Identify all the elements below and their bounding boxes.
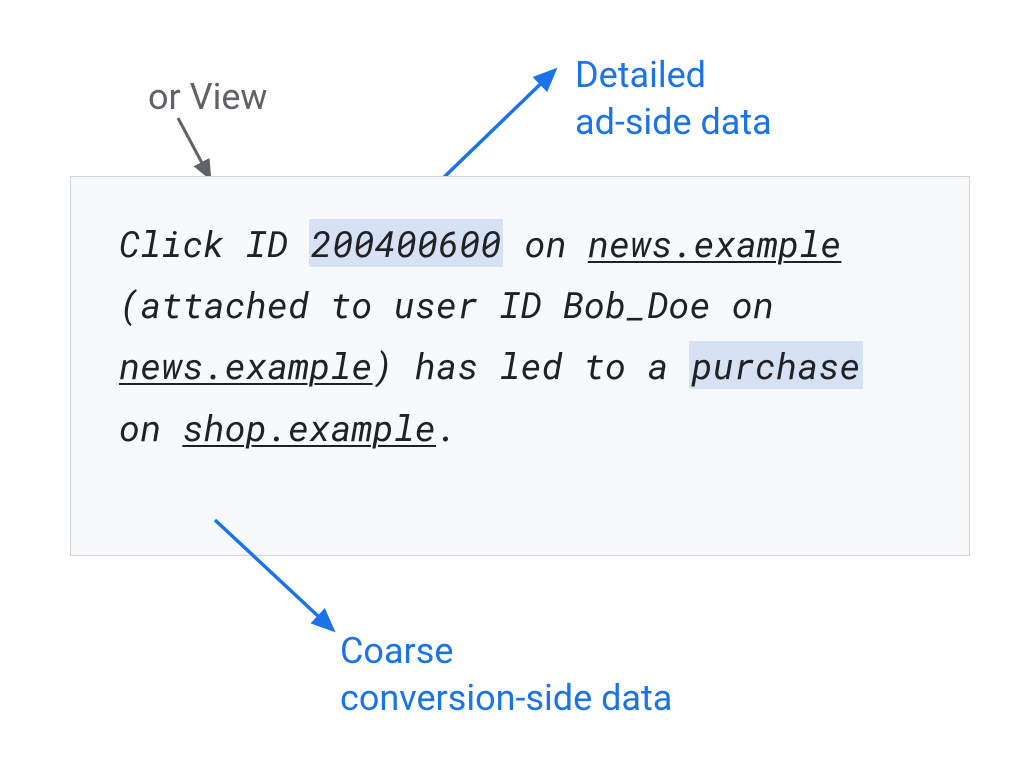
main-text-block: Click ID 200400600 on news.example (atta… bbox=[70, 176, 970, 556]
annotation-coarse-conversion: Coarse conversion-side data bbox=[340, 628, 672, 722]
shop-example-link: shop.example bbox=[182, 403, 436, 451]
annotation-or-view: or View bbox=[148, 76, 267, 118]
text-part1: Click ID bbox=[119, 219, 309, 267]
main-text-content: Click ID 200400600 on news.example (atta… bbox=[119, 213, 921, 458]
text-part2: on bbox=[503, 219, 588, 267]
annotation-coarse-line2: conversion-side data bbox=[340, 675, 672, 722]
purchase-highlight: purchase bbox=[689, 341, 862, 389]
text-period: . bbox=[436, 403, 457, 451]
news-example-link-1: news.example bbox=[588, 219, 842, 267]
arrow-blue-bottom-icon bbox=[215, 520, 355, 650]
text-part4: ) has led to a bbox=[373, 341, 690, 389]
news-example-link-2: news.example bbox=[119, 341, 373, 389]
annotation-coarse-line1: Coarse bbox=[340, 628, 672, 675]
annotation-detailed-ad-side: Detailed ad-side data bbox=[575, 52, 772, 146]
annotation-detailed-line1: Detailed bbox=[575, 52, 772, 99]
text-part5: on bbox=[119, 403, 182, 451]
text-part3: (attached to user ID Bob_Doe on bbox=[119, 280, 774, 328]
click-id-highlight: 200400600 bbox=[309, 219, 503, 267]
annotation-detailed-line2: ad-side data bbox=[575, 99, 772, 146]
